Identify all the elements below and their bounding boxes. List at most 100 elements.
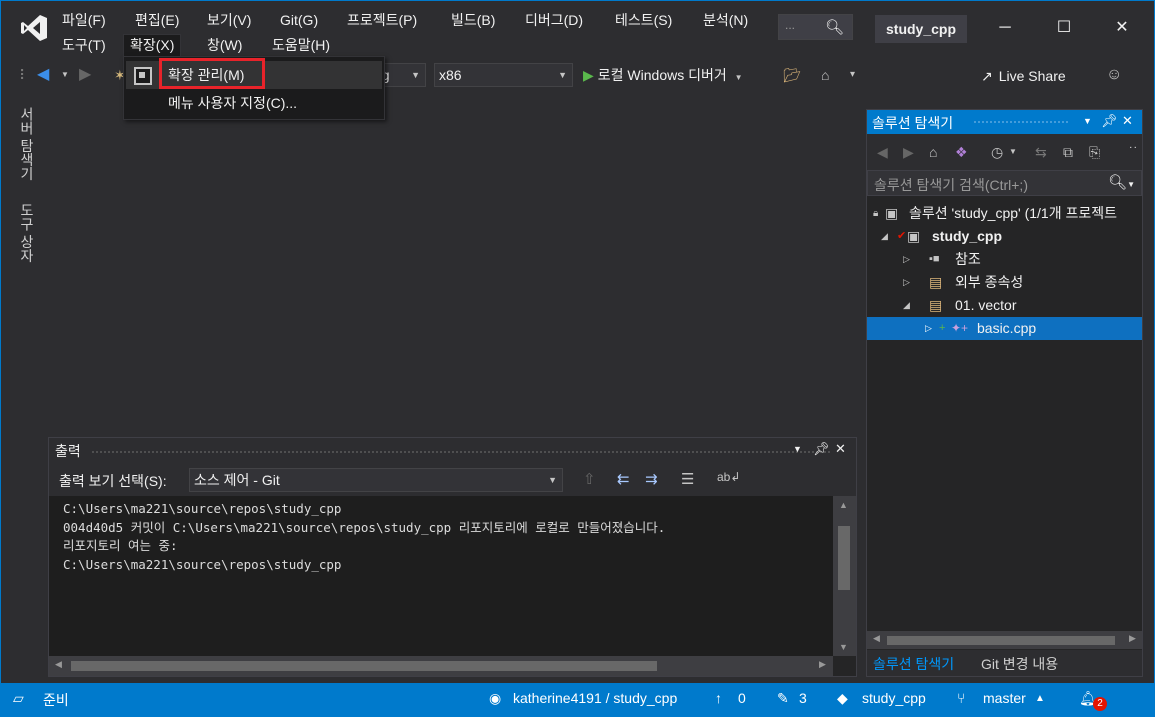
tree-item-basic-cpp[interactable]: ▷ + ✦+ basic.cpp xyxy=(867,317,1142,340)
pin-icon[interactable]: 📌︎ xyxy=(813,441,830,457)
solution-explorer-search[interactable]: 솔루션 탐색기 검색(Ctrl+;) 🔍︎▼ xyxy=(867,170,1142,196)
status-ready: 준비 xyxy=(43,692,69,708)
menu-view[interactable]: 보기(V) xyxy=(201,9,257,31)
sync-icon[interactable]: ⇆ xyxy=(1035,144,1047,161)
find-message-icon[interactable]: ⇧ xyxy=(583,470,596,488)
output-source-label: 출력 보기 선택(S): xyxy=(59,473,167,489)
show-all-files-icon[interactable]: ⎘ xyxy=(1089,144,1100,161)
menu-help[interactable]: 도움말(H) xyxy=(266,34,336,56)
output-window-icon[interactable]: ▱ xyxy=(13,690,24,707)
menu-project[interactable]: 프로젝트(P) xyxy=(341,9,423,31)
collapsed-triangle-icon: ▷ xyxy=(903,254,910,264)
menu-edit[interactable]: 편집(E) xyxy=(129,9,185,31)
title-bar: 파일(F) 편집(E) 보기(V) Git(G) 프로젝트(P) 빌드(B) 디… xyxy=(1,1,1154,57)
start-debugging-button[interactable]: ▶ 로컬 Windows 디버거 ▼ xyxy=(583,64,743,86)
home-icon[interactable]: ⌂ xyxy=(929,144,937,160)
menu-tools[interactable]: 도구(T) xyxy=(56,34,112,56)
pending-changes-count[interactable]: 3 xyxy=(799,690,807,706)
back-icon[interactable]: ◀︎ xyxy=(37,65,49,85)
search-placeholder: 솔루션 탐색기 검색(Ctrl+;) xyxy=(874,177,1028,193)
menu-debug[interactable]: 디버그(D) xyxy=(519,9,589,31)
scroll-left-icon[interactable]: ◀ xyxy=(873,633,880,644)
repository-name[interactable]: study_cpp xyxy=(862,690,926,706)
repository-label[interactable]: katherine4191 / study_cpp xyxy=(513,690,677,706)
solution-explorer-title: 솔루션 탐색기 xyxy=(872,115,954,131)
menu-window[interactable]: 창(W) xyxy=(201,34,248,56)
platform-value: x86 xyxy=(439,67,462,83)
previous-message-icon[interactable]: ⇇ xyxy=(617,470,630,488)
clear-all-icon[interactable]: ☰ xyxy=(681,470,694,488)
back-dropdown-icon[interactable]: ▼ xyxy=(61,65,69,85)
lock-icon: 🔒︎ xyxy=(873,208,879,219)
collapsed-triangle-icon: ▷ xyxy=(903,277,910,287)
scroll-right-icon[interactable]: ▶ xyxy=(1129,633,1136,644)
scroll-thumb[interactable] xyxy=(838,526,850,590)
visual-studio-logo-icon xyxy=(21,15,47,41)
toolbox-tab[interactable]: 도구 상자 xyxy=(17,203,37,263)
tree-item-label: 외부 종속성 xyxy=(955,274,1024,290)
tree-item-external-dependencies[interactable]: ▷ ▤ 외부 종속성 xyxy=(867,271,1142,294)
folder-icon[interactable]: 📂︎ xyxy=(783,65,801,85)
feedback-icon[interactable]: ☺ xyxy=(1106,65,1122,85)
scroll-down-icon[interactable]: ▼ xyxy=(839,642,848,652)
tree-item-references[interactable]: ▷ ▪■ 참조 xyxy=(867,248,1142,271)
chevron-down-icon[interactable]: ▼ xyxy=(1009,147,1017,156)
menu-analyze[interactable]: 분석(N) xyxy=(697,9,754,31)
forward-icon[interactable]: ▶︎ xyxy=(903,144,914,161)
search-icon: 🔍︎▼ xyxy=(1108,174,1135,191)
panel-dropdown-icon[interactable]: ▼ xyxy=(1083,116,1092,126)
menu-test[interactable]: 테스트(S) xyxy=(609,9,678,31)
switch-views-icon[interactable]: ❖ xyxy=(955,144,968,161)
output-header: 출력 ▼ 📌︎ ✕ xyxy=(49,438,856,464)
output-text[interactable]: C:\Users\ma221\source\repos\study_cpp 00… xyxy=(49,496,833,656)
toolbar-overflow-icon[interactable]: ▾ xyxy=(850,65,855,85)
scroll-up-icon[interactable]: ▲ xyxy=(839,500,848,510)
forward-icon[interactable]: ▶︎ xyxy=(79,65,91,85)
collapse-all-icon[interactable]: ⧉ xyxy=(1063,144,1073,161)
tree-item-label: basic.cpp xyxy=(977,320,1037,336)
panel-dropdown-icon[interactable]: ▼ xyxy=(793,444,802,454)
scroll-thumb[interactable] xyxy=(71,661,657,671)
tree-item-filter-vector[interactable]: ◢ ▤ 01. vector xyxy=(867,294,1142,317)
word-wrap-icon[interactable]: ab↲ xyxy=(717,470,740,484)
branch-name[interactable]: master xyxy=(983,690,1026,706)
maximize-button[interactable]: ☐ xyxy=(1049,13,1079,43)
live-share-button[interactable]: ↗ Live Share xyxy=(981,65,1066,87)
browser-icon[interactable]: ⌂ xyxy=(821,65,829,85)
tree-item-project[interactable]: ◢ ✔ ▣ study_cpp xyxy=(867,225,1142,248)
outgoing-commits[interactable]: 0 xyxy=(738,690,746,706)
tab-git-changes[interactable]: Git 변경 내용 xyxy=(981,654,1058,674)
menu-extensions[interactable]: 확장(X) xyxy=(123,34,182,56)
scroll-left-icon[interactable]: ◀ xyxy=(55,659,62,670)
menu-git[interactable]: Git(G) xyxy=(274,9,324,31)
solution-explorer-horizontal-scrollbar[interactable]: ◀ ▶ xyxy=(867,631,1142,649)
menu-file[interactable]: 파일(F) xyxy=(56,9,112,31)
cpp-file-icon: ✦+ xyxy=(951,321,969,335)
close-button[interactable]: ✕ xyxy=(1107,13,1137,43)
platform-combo[interactable]: x86 ▼ xyxy=(434,63,573,87)
scroll-right-icon[interactable]: ▶ xyxy=(819,659,826,670)
customize-menu-item[interactable]: 메뉴 사용자 지정(C)... xyxy=(126,89,382,117)
output-horizontal-scrollbar[interactable]: ◀ ▶ xyxy=(49,656,833,676)
scroll-thumb[interactable] xyxy=(887,636,1115,645)
output-vertical-scrollbar[interactable]: ▲ ▼ xyxy=(833,496,856,656)
chevron-up-icon[interactable]: ▲ xyxy=(1035,693,1045,704)
search-box[interactable]: ... 🔍︎ xyxy=(778,14,853,40)
back-icon[interactable]: ◀︎ xyxy=(877,144,888,161)
status-bar: ▱ 준비 ◉ katherine4191 / study_cpp ↑ 0 ✎ 3… xyxy=(1,683,1154,716)
output-title: 출력 xyxy=(55,443,81,459)
minimize-button[interactable]: ─ xyxy=(990,13,1020,43)
pin-icon[interactable]: 📌︎ xyxy=(1101,113,1118,129)
notification-badge: 2 xyxy=(1093,697,1107,711)
menu-build[interactable]: 빌드(B) xyxy=(445,9,501,31)
tab-solution-explorer[interactable]: 솔루션 탐색기 xyxy=(873,654,954,674)
next-message-icon[interactable]: ⇉ xyxy=(645,470,658,488)
pending-changes-filter-icon[interactable]: ◷ xyxy=(991,144,1003,161)
close-icon[interactable]: ✕ xyxy=(835,441,846,457)
tree-item-solution[interactable]: 🔒︎ ▣ 솔루션 'study_cpp' (1/1개 프로젝트 xyxy=(867,202,1142,225)
toolbar-overflow-icon[interactable]: ˙˙ xyxy=(1129,144,1138,160)
close-icon[interactable]: ✕ xyxy=(1122,113,1133,129)
output-source-combo[interactable]: 소스 제어 - Git ▼ xyxy=(189,468,563,492)
highlight-annotation xyxy=(159,58,265,89)
server-explorer-tab[interactable]: 서버 탐색기 xyxy=(17,107,37,181)
